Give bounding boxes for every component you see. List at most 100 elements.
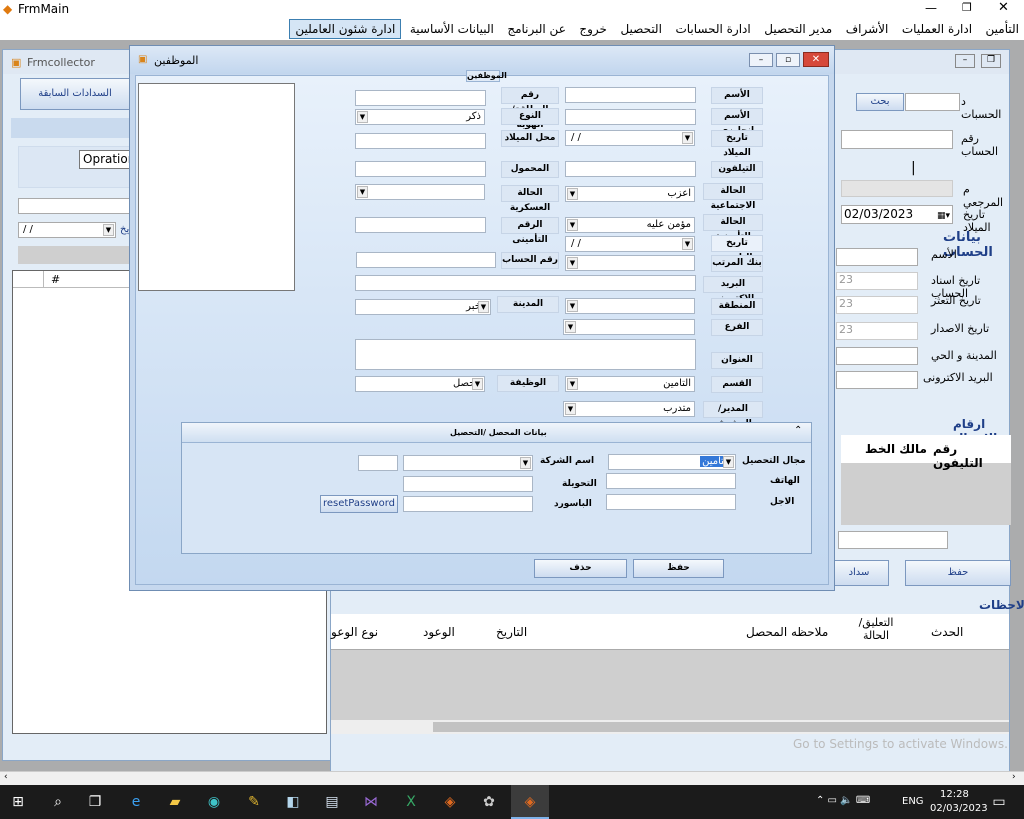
loan-date-picker[interactable]: 23 xyxy=(836,272,918,290)
dropdown-arrow-icon[interactable]: ▼ xyxy=(565,403,576,415)
job-select[interactable]: محصل ▼ xyxy=(355,376,485,392)
default-date-picker[interactable]: 23 xyxy=(836,296,918,314)
dropdown-arrow-icon[interactable]: ▼ xyxy=(567,257,578,269)
close-icon[interactable]: ✕ xyxy=(998,0,1009,15)
email-field[interactable] xyxy=(836,371,918,389)
menu-item[interactable]: التحصيل xyxy=(615,20,666,38)
notes-scrollbar[interactable] xyxy=(331,720,1009,734)
menu-item[interactable]: التأمين xyxy=(981,20,1024,38)
name-field[interactable] xyxy=(836,248,918,266)
issue-date-picker[interactable]: 23 xyxy=(836,322,918,340)
name-field[interactable] xyxy=(565,87,696,103)
dropdown-arrow-icon[interactable]: ▼ xyxy=(567,378,578,390)
contact-input[interactable] xyxy=(838,531,948,549)
dropdown-arrow-icon[interactable]: ▼ xyxy=(565,321,576,333)
city-select[interactable]: الخبر ▼ xyxy=(355,299,491,315)
mobile-field[interactable] xyxy=(355,161,486,177)
dropdown-arrow-icon[interactable]: ▼ xyxy=(567,300,578,312)
maximize-icon[interactable]: ▫ xyxy=(776,53,800,67)
transfer-field[interactable] xyxy=(403,476,533,492)
reset-password-button[interactable]: resetPassword xyxy=(320,495,398,513)
coll-phone-field[interactable] xyxy=(606,473,736,489)
id-card-field[interactable] xyxy=(355,90,486,106)
dropdown-arrow-icon[interactable]: ▼ xyxy=(682,238,693,250)
dropdown-arrow-icon[interactable]: ▼ xyxy=(567,219,578,231)
photo-box[interactable] xyxy=(138,83,295,291)
edge-icon[interactable]: ◉ xyxy=(205,793,223,811)
account-number-field[interactable] xyxy=(841,130,953,149)
account-save-button[interactable]: حفظ xyxy=(905,560,1011,586)
scrollbar-thumb[interactable] xyxy=(433,722,1009,732)
birth-date-picker[interactable]: 02/03/2023 ▦▾ xyxy=(841,205,953,224)
manager-select[interactable]: متدرب ▼ xyxy=(563,401,695,417)
ins-no-field[interactable] xyxy=(355,217,486,233)
dropdown-arrow-icon[interactable]: ▼ xyxy=(567,188,578,200)
notes-app-icon[interactable]: ◧ xyxy=(284,793,302,811)
menu-item[interactable]: الأشراف xyxy=(841,20,894,38)
minimize-icon[interactable]: – xyxy=(955,54,975,68)
paint-icon[interactable]: ✎ xyxy=(245,793,263,811)
en-name-field[interactable] xyxy=(565,109,696,125)
address-field[interactable] xyxy=(355,339,696,370)
ins-date-picker[interactable]: / / ▼ xyxy=(565,236,695,252)
region-select[interactable]: ▼ xyxy=(565,298,695,314)
notes-grid[interactable]: الحدث التعليق/ الحالة ملاحظه المحصل التا… xyxy=(331,614,1009,734)
dept-select[interactable]: التامين ▼ xyxy=(565,376,695,392)
coll-field-select[interactable]: التامين ▼ xyxy=(608,454,736,470)
menu-item[interactable]: خروج xyxy=(574,20,612,38)
phone-field[interactable] xyxy=(565,161,696,177)
dropdown-arrow-icon[interactable]: ▼ xyxy=(357,186,368,198)
dropdown-arrow-icon[interactable]: ▼ xyxy=(723,456,734,468)
salary-bank-select[interactable]: ▼ xyxy=(565,255,695,271)
dialog-delete-button[interactable]: حذف xyxy=(534,559,627,578)
account-no-field[interactable] xyxy=(356,252,496,268)
minimize-icon[interactable]: – xyxy=(749,53,773,67)
dropdown-arrow-icon[interactable]: ▼ xyxy=(478,301,489,313)
dropdown-arrow-icon[interactable]: ▼ xyxy=(103,224,114,236)
minimize-icon[interactable]: — xyxy=(925,1,937,15)
company-code-field[interactable] xyxy=(358,455,398,471)
scroll-left-icon[interactable]: ‹ xyxy=(4,772,8,782)
language-indicator[interactable]: ENG xyxy=(902,796,924,807)
dropdown-arrow-icon[interactable]: ▼ xyxy=(472,378,483,390)
search-button[interactable]: بحث xyxy=(856,93,904,111)
menu-item[interactable]: عن البرنامج xyxy=(502,20,571,38)
notepad-icon[interactable]: ▤ xyxy=(323,793,341,811)
excel-icon[interactable]: X xyxy=(402,793,420,811)
calendar-icon[interactable]: ▦▾ xyxy=(937,208,950,225)
ins-status-select[interactable]: مؤمن عليه ▼ xyxy=(565,217,695,233)
search-icon[interactable]: ⌕ xyxy=(49,793,67,811)
windows-start-icon[interactable]: ⊞ xyxy=(9,793,27,811)
app2-icon[interactable]: ✿ xyxy=(480,793,498,811)
active-app-tab[interactable]: ◈ xyxy=(511,785,549,819)
collector-date-picker[interactable]: / / ▼ xyxy=(18,222,116,238)
menu-item[interactable]: البيانات الأساسية xyxy=(405,20,499,38)
ie-icon[interactable]: e xyxy=(127,793,145,811)
gender-select[interactable]: ذكر ▼ xyxy=(355,109,485,125)
birth-date-picker[interactable]: / / ▼ xyxy=(565,130,695,146)
scroll-right-icon[interactable]: › xyxy=(1012,772,1016,782)
pay-button[interactable]: سداد xyxy=(829,560,889,586)
target-field[interactable] xyxy=(606,494,736,510)
mdi-scrollbar[interactable]: ‹ › xyxy=(0,771,1024,785)
city-field[interactable] xyxy=(836,347,918,365)
contacts-grid[interactable]: رقم التليفون مالك الخط xyxy=(841,435,1011,525)
prev-payments-button[interactable]: السدادات السابقة xyxy=(20,78,130,110)
menu-item[interactable]: مدير التحصيل xyxy=(759,20,837,38)
social-status-select[interactable]: اعزب ▼ xyxy=(565,186,695,202)
notifications-icon[interactable]: ▭ xyxy=(990,793,1008,811)
collapse-icon[interactable]: ⌃ xyxy=(794,425,802,436)
birth-place-field[interactable] xyxy=(355,133,486,149)
dropdown-arrow-icon[interactable]: ▼ xyxy=(682,132,693,144)
system-tray-icons[interactable]: ⌃ ▭ 🔈 ⌨ xyxy=(816,795,870,806)
close-icon[interactable]: ✕ xyxy=(803,52,829,67)
menu-item-selected[interactable]: ادارة شئون العاملين xyxy=(289,19,402,39)
visual-studio-icon[interactable]: ⋈ xyxy=(362,793,380,811)
restore-icon[interactable]: ❐ xyxy=(981,54,1001,68)
task-view-icon[interactable]: ❐ xyxy=(86,793,104,811)
branch-select[interactable]: ▼ xyxy=(563,319,695,335)
maximize-icon[interactable]: ❐ xyxy=(962,1,972,14)
file-explorer-icon[interactable]: ▰ xyxy=(166,793,184,811)
dropdown-arrow-icon[interactable]: ▼ xyxy=(520,457,531,469)
menu-item[interactable]: ادارة العمليات xyxy=(897,20,977,38)
